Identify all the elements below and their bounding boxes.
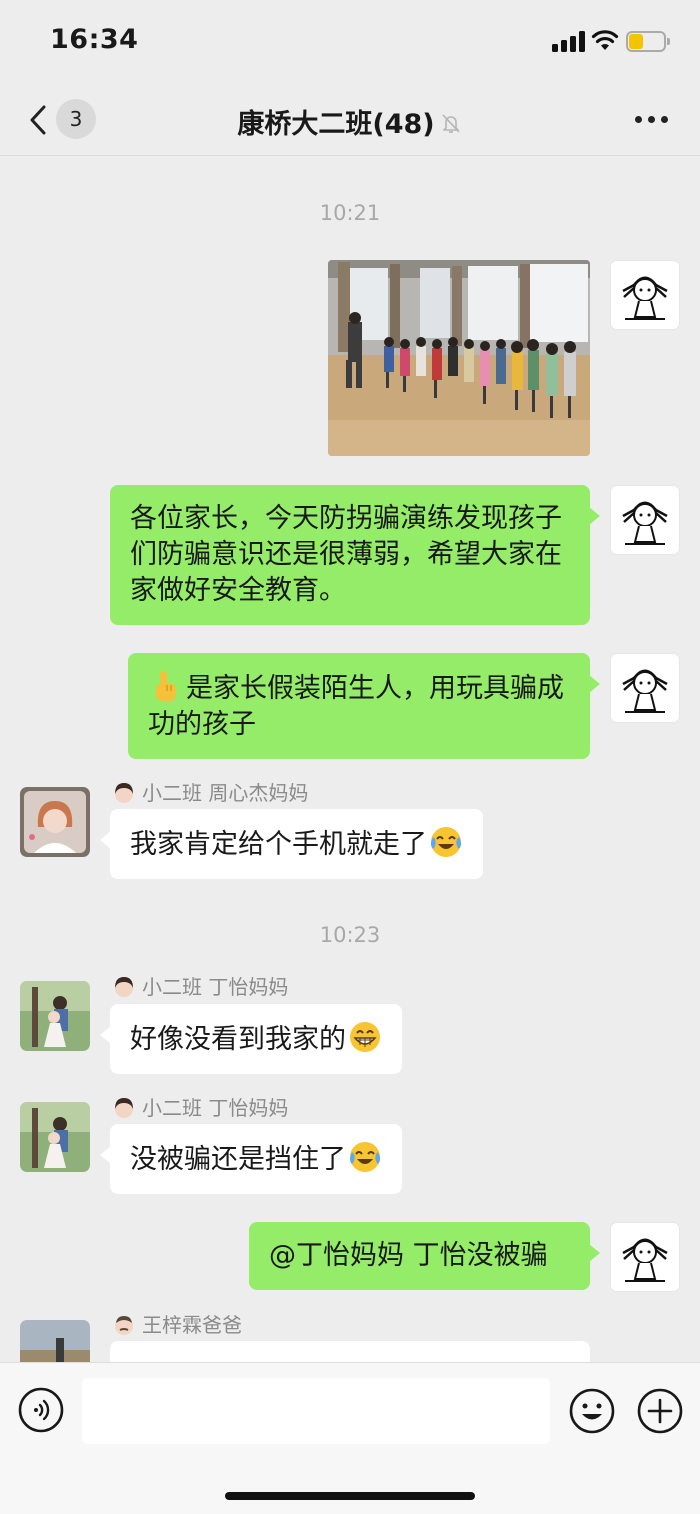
- message-text: 好像没看到我家的: [130, 1024, 346, 1055]
- sender-name: 小二班 丁怡妈妈: [112, 1094, 288, 1122]
- message-text: 我家肯定给个手机就走了: [130, 829, 427, 860]
- member-avatar[interactable]: [20, 1320, 90, 1362]
- message-bubble-other[interactable]: 我家肯定给个手机就走了: [100, 809, 483, 879]
- member-avatar[interactable]: [20, 1102, 90, 1172]
- sender-name: 王梓霖爸爸: [112, 1311, 242, 1339]
- cartoon-girl-avatar: [611, 486, 679, 554]
- signal-icon: [552, 30, 586, 52]
- photo-message[interactable]: [328, 260, 590, 456]
- woman-face-emoji: [115, 977, 133, 997]
- battery-icon: [626, 31, 670, 52]
- woman-face-emoji: [115, 783, 133, 803]
- home-indicator[interactable]: [225, 1492, 475, 1500]
- child-photo-avatar: [20, 1102, 90, 1172]
- woman-portrait-avatar: [20, 787, 90, 857]
- cartoon-girl-avatar: [611, 654, 679, 722]
- member-avatar[interactable]: [20, 787, 90, 857]
- message-text: @丁怡妈妈 丁怡没被骗: [269, 1240, 548, 1271]
- self-avatar[interactable]: [610, 260, 680, 330]
- chat-title-text: 康桥大二班(48): [237, 109, 435, 140]
- voice-input-button[interactable]: [18, 1387, 64, 1433]
- wifi-icon: [591, 30, 619, 50]
- self-avatar[interactable]: [610, 1222, 680, 1292]
- cartoon-girl-avatar: [611, 261, 679, 329]
- timestamp: 10:23: [319, 923, 381, 947]
- classroom-photo: [328, 260, 590, 456]
- timestamp: 10:21: [319, 201, 381, 225]
- message-bubble-self[interactable]: 各位家长，今天防拐骗演练发现孩子们防骗意识还是很薄弱，希望大家在家做好安全教育。: [110, 485, 600, 625]
- sender-name: 小二班 周心杰妈妈: [112, 779, 308, 807]
- more-options-button[interactable]: [633, 114, 669, 126]
- status-time: 16:34: [50, 24, 139, 55]
- mute-bell-icon: [442, 114, 460, 133]
- self-avatar[interactable]: [610, 485, 680, 555]
- message-text: 各位家长，今天防拐骗演练发现孩子们防骗意识还是很薄弱，希望大家在家做好安全教育。: [130, 503, 562, 606]
- child-photo-avatar: [20, 981, 90, 1051]
- sender-name-text: 小二班 丁怡妈妈: [142, 975, 289, 999]
- sender-name: 小二班 丁怡妈妈: [112, 973, 288, 1001]
- input-bar: [0, 1362, 700, 1514]
- crying-laughing-emoji: [431, 827, 461, 857]
- woman-face-emoji: [115, 1098, 133, 1118]
- nav-bar: 3 康桥大二班(48): [0, 84, 700, 156]
- man-face-emoji: [115, 1316, 133, 1335]
- pointing-up-emoji: [156, 671, 176, 701]
- grinning-emoji: [350, 1022, 380, 1052]
- message-text: 是家长假装陌生人，用玩具骗成功的孩子: [148, 673, 564, 740]
- member-avatar[interactable]: [20, 981, 90, 1051]
- self-avatar[interactable]: [610, 653, 680, 723]
- sender-name-text: 小二班 周心杰妈妈: [142, 781, 309, 805]
- emoji-button[interactable]: [568, 1387, 616, 1435]
- message-bubble-other[interactable]: 好像没看到我家的: [100, 1004, 402, 1074]
- landscape-photo-avatar: [20, 1320, 90, 1362]
- status-bar: 16:34: [0, 0, 700, 84]
- crying-laughing-emoji: [350, 1142, 380, 1172]
- message-bubble-other[interactable]: 没被骗还是挡住了: [100, 1124, 402, 1194]
- message-bubble-self[interactable]: @丁怡妈妈 丁怡没被骗: [249, 1222, 600, 1290]
- message-text: 没被骗还是挡住了: [130, 1144, 346, 1175]
- message-bubble-other[interactable]: [110, 1341, 590, 1362]
- plus-button[interactable]: [636, 1387, 684, 1435]
- message-bubble-self[interactable]: 是家长假装陌生人，用玩具骗成功的孩子: [128, 653, 600, 759]
- sender-name-text: 小二班 丁怡妈妈: [142, 1096, 289, 1120]
- message-input[interactable]: [82, 1378, 550, 1444]
- cartoon-girl-avatar: [611, 1223, 679, 1291]
- chat-area[interactable]: 10:21 各位家长，今天防拐骗演练发现孩子们防骗意识还是很薄弱，希望大家在家做…: [0, 157, 700, 1362]
- chat-title: 康桥大二班(48): [0, 102, 700, 141]
- sender-name-text: 王梓霖爸爸: [142, 1313, 242, 1337]
